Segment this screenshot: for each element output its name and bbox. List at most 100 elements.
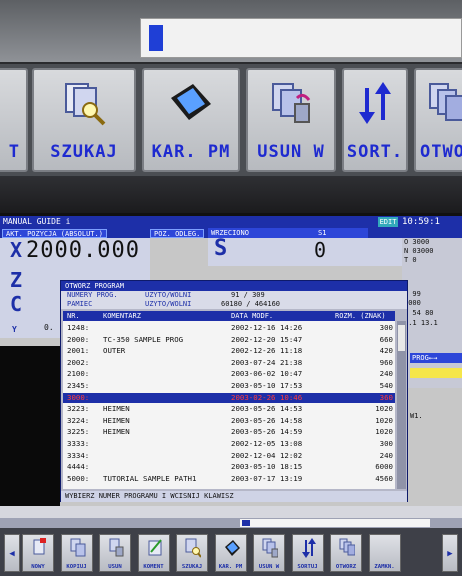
program-row[interactable]: 2345: 2003-05-10 17:53 540 [63,381,395,392]
mode-title: MANUAL GUIDE i [3,217,71,226]
program-row[interactable]: 1248: 2002-12-16 14:26 300 [63,323,395,334]
chevron-right-icon: ▶ [447,549,453,559]
delete-files-icon [272,83,311,123]
list-scrollbar[interactable] [397,321,406,489]
program-row[interactable]: 2000: TC-350 SAMPLE PROG 2002-12-20 15:47 6… [63,335,395,346]
program-row[interactable]: 2100: 2003-06-02 10:47 240 [63,369,395,380]
softkey-prev-page[interactable]: ◀ [4,534,20,572]
program-o-number: O 3000 [404,238,430,246]
axis-c-label: C [10,292,23,316]
softkey-nowy[interactable]: NOWY [22,534,54,572]
page-indicator[interactable] [240,519,430,527]
softkey-zamkn[interactable]: ZAMKN. [368,534,401,572]
program-date: 2003-02-26 10:46 [231,392,303,402]
program-number: 1248: [67,323,90,332]
program-date: 2003-05-26 14:53 [231,404,303,414]
program-date: 2003-05-10 18:15 [231,462,303,472]
program-row[interactable]: 3333: 2002-12-05 13:08 300 [63,439,395,450]
softkey-memory-card[interactable]: KAR. PM [142,68,240,172]
softkey-kar-pm[interactable]: KAR. PM [214,534,247,572]
softkey-label: OTWORZ [335,564,357,570]
memory-card-icon [224,540,240,556]
program-row[interactable]: 3000: 2003-02-26 10:46 360 [63,392,395,404]
program-count-value: 91 / 309 [231,291,265,299]
photo-scroll-thumb[interactable] [149,25,163,51]
program-size: 360 [379,392,393,402]
softkey-label: KAR. PM [151,142,231,162]
program-number: 2001: [67,346,90,356]
program-number: 3000: [67,392,90,402]
used-free-label: UZYTO/WOLNI [145,300,192,308]
program-row[interactable]: 3225: HEIMEN 2003-05-26 14:59 1020 [63,427,395,438]
column-comment[interactable]: KOMENTARZ [103,311,141,321]
search-icon [185,538,201,558]
program-size: 4560 [375,473,393,483]
spindle-label: S [214,236,228,261]
softkey-sort[interactable]: SORT. [342,68,408,172]
softkey-search[interactable]: SZUKAJ [32,68,136,172]
program-info-panel: O 3000 N 03000 T 0 M 99 3000 0 54 80 9.1… [402,238,462,388]
tab-program[interactable]: PROG←→ [410,353,462,363]
softkey-szukaj[interactable]: SZUKAJ [176,534,208,572]
program-size: 6000 [375,462,393,472]
softkey-kopiuj[interactable]: KOPIUJ [60,534,93,572]
program-count-label: NUMERY PROG. [67,291,118,299]
softkey-label: ZAMKN. [374,564,395,570]
program-row[interactable]: 3334: 2002-12-04 12:02 240 [63,451,395,462]
softkey-label: KOPIUJ [66,564,87,570]
column-nr[interactable]: NR. [67,311,80,321]
program-size: 1020 [375,415,393,425]
list-scroll-thumb[interactable] [398,325,405,351]
photo-bezel [0,176,462,213]
softkey-koment[interactable]: KOMENT [137,534,170,572]
tool-t-number: T 0 [404,256,417,264]
softkey-partial[interactable]: T [0,68,28,172]
softkey-usun[interactable]: USUN [99,534,131,572]
program-number: 3334: [67,450,90,460]
softkey-delete-all[interactable]: USUN W [246,68,336,172]
tab-absolute-position[interactable]: AKT. POZYCJA (ABSOLUT.) [2,229,107,238]
program-number: 2100: [67,369,90,379]
page-indicator-thumb[interactable] [242,520,250,526]
softkey-label: USUN W [257,142,325,162]
memory-card-icon [171,84,211,120]
memory-label: PAMIEC [67,300,93,308]
program-number: 5000: [67,473,90,483]
program-row[interactable]: 2001: OUTER 2002-12-26 11:18 420 [63,346,395,357]
softkey-otworz[interactable]: OTWORZ [330,534,362,572]
softkey-usun-w[interactable]: USUN W [253,534,285,572]
program-row[interactable]: 3223: HEIMEN 2003-05-26 14:53 1020 [63,404,395,415]
chevron-left-icon: ◀ [9,549,15,559]
column-date[interactable]: DATA MODF. [231,311,273,321]
program-date: 2002-12-04 12:02 [231,450,303,460]
program-number: 2000: [67,334,90,344]
program-row[interactable]: 2002: 2003-07-24 21:38 960 [63,358,395,369]
close-icon [378,538,394,558]
magnifier-icon [65,83,106,126]
program-date: 2003-07-17 13:19 [231,473,303,483]
tab-distance-to-go[interactable]: POZ. ODLEG. [150,229,205,238]
active-line-highlight [410,368,462,378]
program-size: 300 [379,323,393,332]
program-comment: TUTORIAL SAMPLE PATH1 [103,473,197,483]
new-file-icon [33,538,46,555]
softkey-label: OTWOR [420,142,462,162]
softkey-label: USUN [108,564,122,570]
softkey-sortuj[interactable]: SORTUJ [291,534,324,572]
program-size: 240 [379,369,393,379]
program-comment: HEIMEN [103,404,130,414]
program-date: 2003-05-26 14:59 [231,427,303,437]
softkey-open[interactable]: OTWOR [414,68,462,172]
program-row[interactable]: 3224: HEIMEN 2003-05-26 14:58 1020 [63,416,395,427]
column-size[interactable]: ROZM. (ZNAK) [335,311,386,321]
softkey-label: SZUKAJ [50,142,118,162]
axis-z-label: Z [10,268,23,292]
program-row[interactable]: 5000: TUTORIAL SAMPLE PATH1 2003-07-17 13:… [63,474,395,485]
photo-scrollbar[interactable] [140,18,462,58]
program-comment: TC-350 SAMPLE PROG [103,334,184,344]
tab-spindle[interactable]: WRZECIONO [208,228,368,238]
axis-x-label: X [10,238,23,262]
softkey-next-page[interactable]: ▶ [442,534,458,572]
program-row[interactable]: 4444: 2003-05-10 18:15 6000 [63,462,395,473]
program-text-fragment: W1. [410,412,423,420]
